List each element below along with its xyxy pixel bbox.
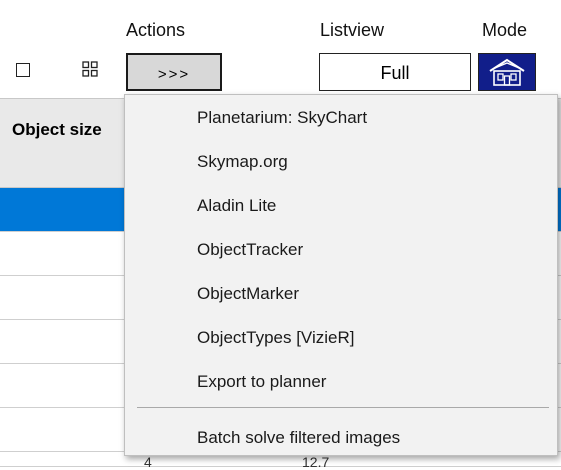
listview-value: Full	[380, 63, 410, 83]
partial-cell: 12.7	[302, 454, 330, 470]
mode-button[interactable]	[478, 53, 536, 91]
menu-item-objecttypes-vizier[interactable]: ObjectTypes [VizieR]	[197, 327, 354, 349]
actions-button-label: >>>	[157, 65, 191, 83]
actions-menu: Planetarium: SkyChart Skymap.org Aladin …	[124, 94, 558, 456]
menu-item-export-to-planner[interactable]: Export to planner	[197, 371, 326, 393]
house-icon	[489, 58, 525, 86]
listview-label: Listview	[320, 20, 385, 40]
column-header-object-size[interactable]: Object size	[12, 118, 132, 141]
grid-view-icon[interactable]	[82, 61, 98, 77]
menu-item-batch-solve[interactable]: Batch solve filtered images	[197, 427, 400, 449]
select-all-checkbox[interactable]	[16, 63, 30, 77]
menu-item-planetarium-skychart[interactable]: Planetarium: SkyChart	[197, 107, 367, 129]
menu-item-skymap-org[interactable]: Skymap.org	[197, 151, 288, 173]
menu-separator	[137, 407, 549, 408]
partial-cell: 4	[144, 454, 152, 470]
menu-item-aladin-lite[interactable]: Aladin Lite	[197, 195, 276, 217]
menu-item-objecttracker[interactable]: ObjectTracker	[197, 239, 303, 261]
actions-button[interactable]: >>>	[126, 53, 222, 91]
menu-item-objectmarker[interactable]: ObjectMarker	[197, 283, 299, 305]
mode-label: Mode	[482, 20, 528, 40]
actions-label: Actions	[126, 20, 186, 40]
listview-button[interactable]: Full	[319, 53, 471, 91]
